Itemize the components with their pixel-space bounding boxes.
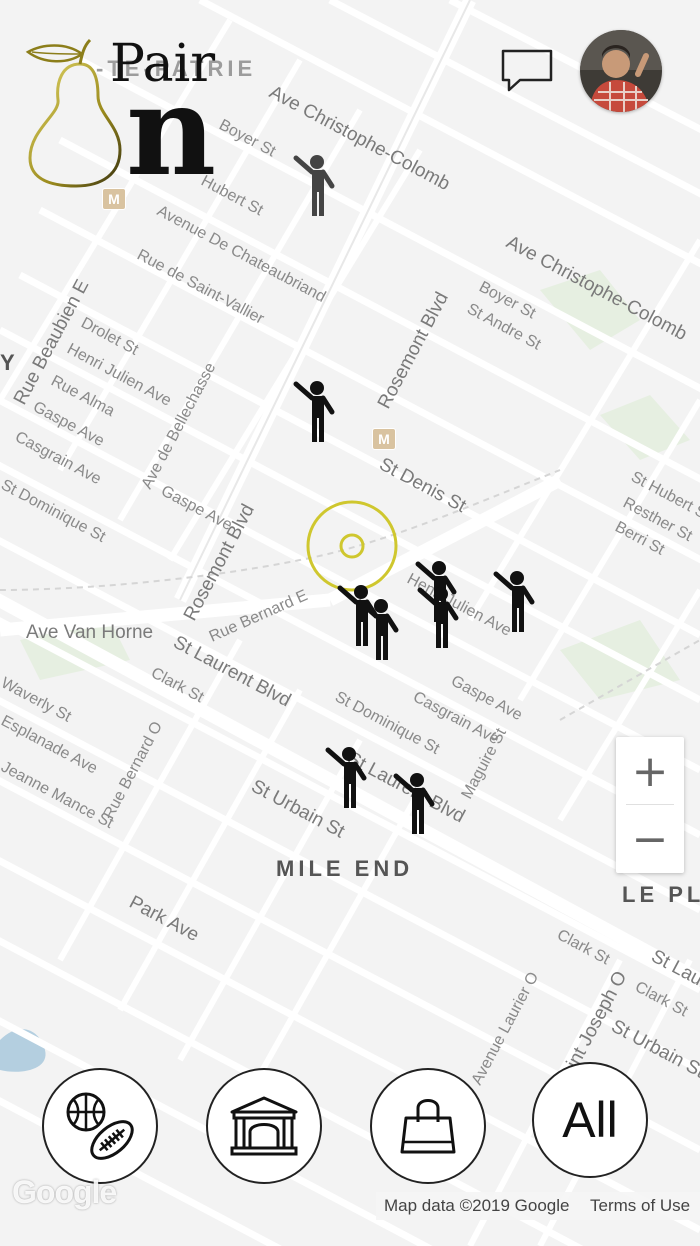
district-label: MILE END (276, 856, 413, 881)
app-root: -TE-PATRIE MILE END LE PL Y Ave Christop… (0, 0, 700, 1246)
person-waving-icon[interactable] (292, 154, 336, 218)
person-waving-icon[interactable] (356, 598, 400, 662)
zoom-controls: + − (616, 737, 684, 873)
zoom-out-button[interactable]: − (616, 805, 684, 873)
logo-letter: n (126, 59, 217, 204)
chat-button[interactable] (500, 48, 554, 94)
category-venues-button[interactable] (206, 1068, 322, 1184)
avatar-photo (580, 30, 662, 112)
shopping-bag-icon (400, 1099, 456, 1154)
category-sports-button[interactable] (42, 1068, 158, 1184)
district-label: Y (0, 350, 19, 375)
person-waving-icon[interactable] (416, 586, 460, 650)
person-waving-icon[interactable] (492, 570, 536, 634)
category-shopping-button[interactable] (370, 1068, 486, 1184)
map-data-attribution: Map data ©2019 Google (376, 1192, 582, 1220)
metro-station-marker[interactable]: M (372, 428, 396, 450)
district-label: LE PL (622, 882, 700, 907)
person-waving-icon[interactable] (392, 772, 436, 836)
pair-on-logo[interactable]: Pair n (22, 34, 232, 194)
category-all-button[interactable]: All (532, 1062, 648, 1178)
zoom-in-button[interactable]: + (616, 737, 684, 805)
person-waving-icon[interactable] (292, 380, 336, 444)
category-all-label: All (562, 1092, 618, 1148)
user-avatar[interactable] (580, 30, 662, 112)
terms-of-use-link[interactable]: Terms of Use (582, 1192, 700, 1220)
sports-balls-icon (66, 1092, 134, 1160)
google-logo: Google (12, 1174, 117, 1210)
chat-bubble-icon (501, 49, 553, 92)
street-label: Ave Van Horne (26, 622, 153, 643)
building-icon (230, 1096, 298, 1156)
person-waving-icon[interactable] (324, 746, 368, 810)
